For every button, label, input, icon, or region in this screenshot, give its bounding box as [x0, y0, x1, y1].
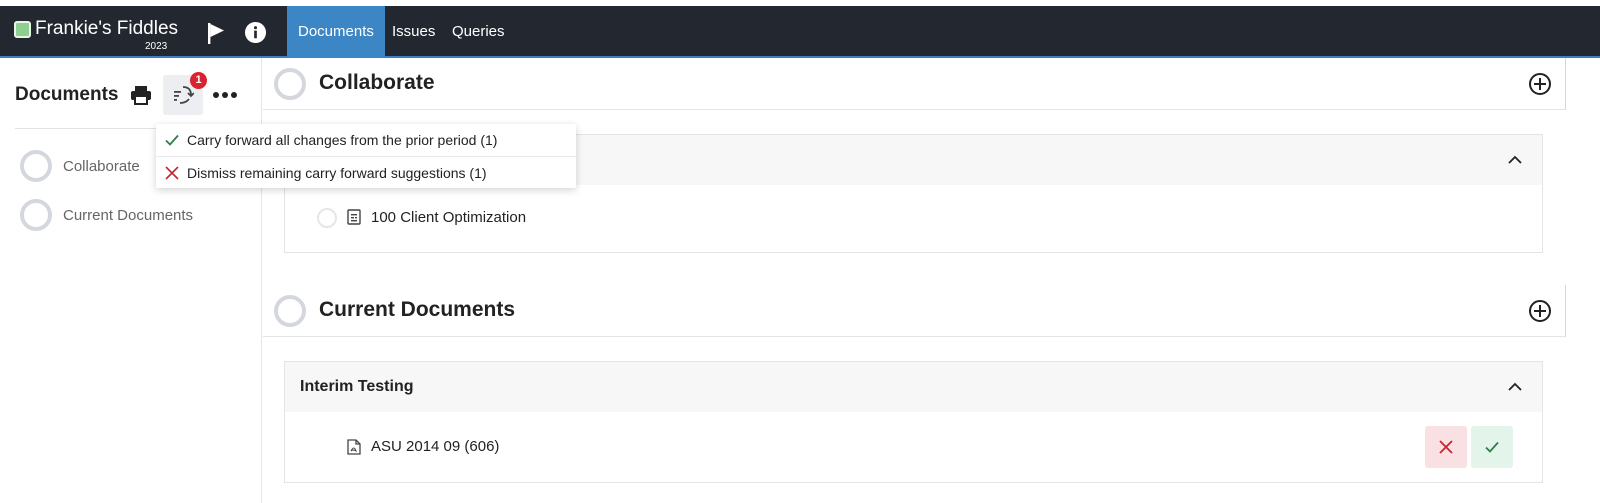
sidebar-item-current-documents[interactable]: Current Documents: [20, 199, 250, 233]
print-button[interactable]: [121, 75, 161, 115]
more-icon: [213, 92, 237, 98]
printer-icon: [131, 86, 151, 105]
menu-item-dismiss-suggestions[interactable]: Dismiss remaining carry forward suggesti…: [156, 156, 576, 188]
sidebar-item-label: Collaborate: [63, 158, 140, 175]
card-title: Interim Testing: [300, 378, 414, 395]
top-navbar: Frankie's Fiddles 2023 Documents Issues …: [0, 6, 1600, 58]
menu-item-carry-forward-all[interactable]: Carry forward all changes from the prior…: [156, 124, 576, 156]
section-right-border: [1565, 285, 1566, 337]
section-right-border: [1565, 58, 1566, 110]
check-icon: [1485, 441, 1499, 453]
tab-issues[interactable]: Issues: [381, 6, 446, 58]
accept-button[interactable]: [1471, 426, 1513, 468]
add-circle-icon[interactable]: [1528, 299, 1552, 323]
sidebar-item-label: Current Documents: [63, 207, 194, 224]
close-icon: [165, 166, 179, 180]
chevron-up-icon[interactable]: [1508, 380, 1522, 394]
add-circle-icon[interactable]: [1528, 72, 1552, 96]
section-title: Collaborate: [319, 71, 435, 94]
carry-forward-menu: Carry forward all changes from the prior…: [156, 124, 576, 188]
document-row: 100 Client Optimization: [285, 198, 1542, 238]
status-ring-icon: [274, 295, 306, 327]
app-root: Frankie's Fiddles 2023 Documents Issues …: [0, 0, 1600, 503]
card-header[interactable]: Interim Testing: [285, 362, 1542, 412]
brand-year: 2023: [145, 41, 168, 52]
section-header-current-documents: Current Documents: [263, 285, 1566, 337]
flag-icon[interactable]: [203, 21, 227, 45]
sidebar-title: Documents: [15, 84, 119, 105]
info-icon[interactable]: [244, 21, 267, 44]
section-title: Current Documents: [319, 298, 516, 321]
section-header-collaborate: Collaborate: [263, 58, 1566, 110]
menu-item-label: Carry forward all changes from the prior…: [187, 132, 498, 148]
close-icon: [1439, 440, 1453, 454]
tab-documents[interactable]: Documents: [287, 6, 385, 58]
brand-name: Frankie's Fiddles: [35, 18, 179, 39]
check-icon: [165, 134, 179, 146]
document-row: ASU 2014 09 (606): [285, 426, 1542, 468]
carry-forward-icon: [174, 86, 194, 104]
brand-logo-icon: [14, 21, 31, 38]
document-name[interactable]: 100 Client Optimization: [371, 209, 526, 226]
more-button[interactable]: [205, 75, 245, 115]
form-doc-icon: [347, 209, 361, 225]
menu-item-label: Dismiss remaining carry forward suggesti…: [187, 165, 487, 181]
document-name[interactable]: ASU 2014 09 (606): [371, 438, 499, 455]
status-ring-icon: [274, 68, 306, 100]
document-group-card-interim-testing: Interim Testing ASU 2014 09 (606): [284, 361, 1543, 483]
status-ring-icon: [20, 199, 52, 231]
document-status-ring[interactable]: [317, 208, 337, 228]
pdf-doc-icon: [347, 439, 361, 455]
status-ring-icon: [20, 150, 52, 182]
chevron-up-icon[interactable]: [1508, 153, 1522, 167]
reject-button[interactable]: [1425, 426, 1467, 468]
tab-queries[interactable]: Queries: [441, 6, 516, 58]
